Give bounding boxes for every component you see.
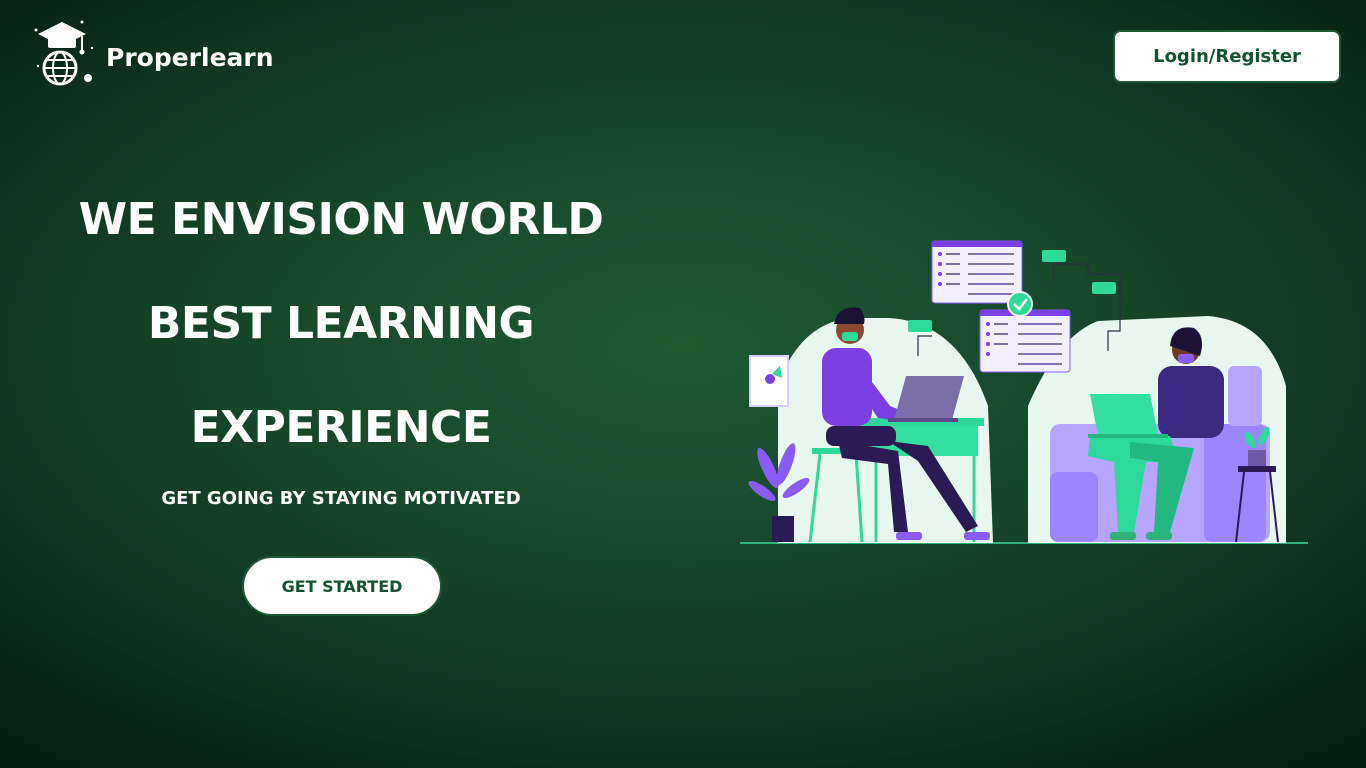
ui-card-icon: [931, 240, 1023, 304]
hero-heading: WE ENVISION WORLD BEST LEARNING EXPERIEN…: [40, 180, 642, 492]
graduation-cap-globe-icon: [34, 20, 94, 86]
hero-line-2: BEST LEARNING: [147, 298, 535, 349]
check-icon: [1007, 291, 1033, 317]
login-register-button[interactable]: Login/Register: [1113, 30, 1341, 83]
brand-name: Properlearn: [106, 42, 274, 72]
site-logo[interactable]: Properlearn: [30, 18, 274, 88]
ui-card-icon: [979, 309, 1071, 373]
hero-line-3: EXPERIENCE: [190, 402, 492, 453]
hero-tagline: GET GOING BY STAYING MOTIVATED: [161, 488, 521, 509]
people-working-on-laptops-illustration: [740, 240, 1308, 544]
get-started-button[interactable]: GET STARTED: [242, 556, 442, 616]
hero-line-1: WE ENVISION WORLD: [78, 194, 604, 245]
